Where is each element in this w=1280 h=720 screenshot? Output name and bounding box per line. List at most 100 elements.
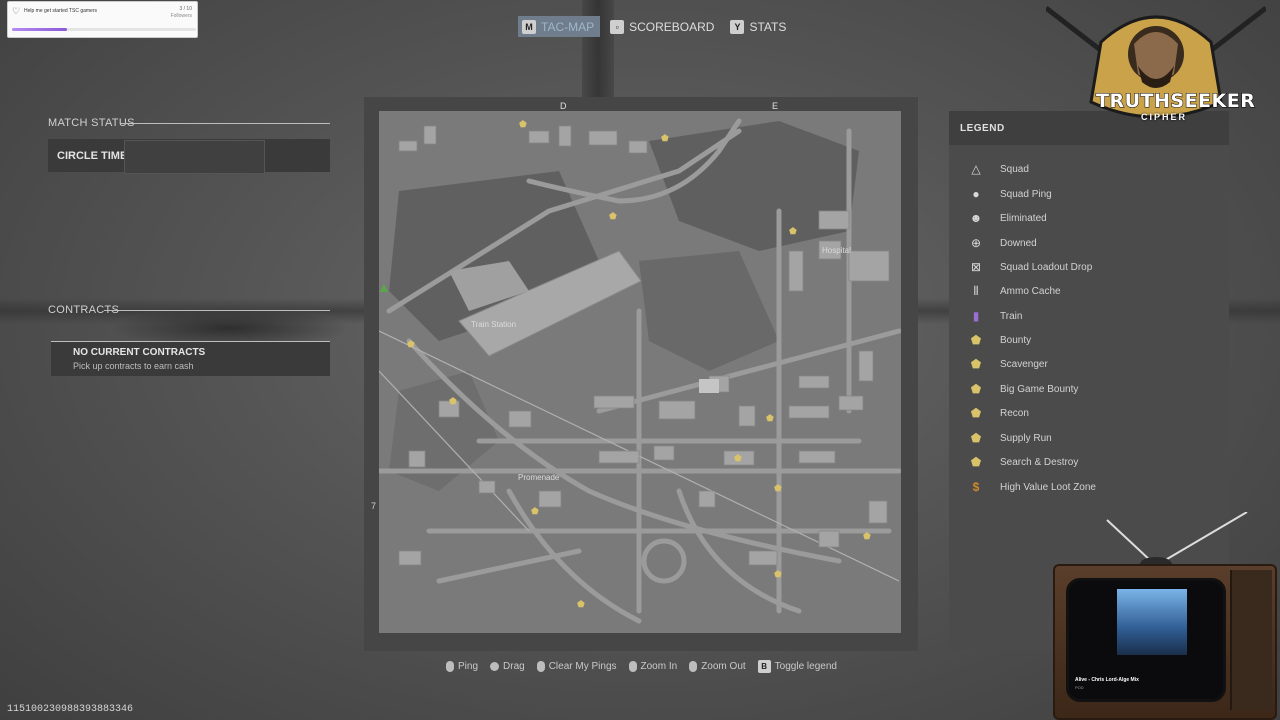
legend-title: LEGEND <box>960 123 1005 134</box>
map-grid-7: 7 <box>371 501 377 511</box>
circle-timer-value-box <box>124 140 265 174</box>
tv-control-panel <box>1230 570 1272 710</box>
control-label: Drag <box>503 661 525 672</box>
legend-item-eliminated: ☻ Eliminated <box>969 210 1047 226</box>
truthseeker-logo: TRUTHSEEKER CIPHER <box>1044 2 1268 136</box>
contracts-panel: NO CURRENT CONTRACTS Pick up contracts t… <box>51 341 330 376</box>
follower-count: 3 / 10 <box>179 6 192 12</box>
now-playing-song: Alive - Chris Lord-Alge Mix <box>1075 677 1139 683</box>
promenade-label: Promenade <box>518 473 560 482</box>
control-label: Ping <box>458 661 479 672</box>
zoom-in-trigger-icon <box>628 661 637 672</box>
compass-e: E <box>772 101 779 111</box>
follower-progress-track <box>12 28 196 31</box>
view-button-icon: ▫ <box>610 19 625 34</box>
legend-label: Downed <box>1000 237 1037 249</box>
legend-item-search-destroy: ⬟ Search & Destroy <box>969 454 1079 470</box>
legend-label: Scavenger <box>1000 358 1048 370</box>
contract-marker-icon[interactable]: ⬟ <box>449 396 457 407</box>
legend-label: Search & Destroy <box>1000 456 1079 468</box>
logo-subtitle: CIPHER <box>1141 112 1188 122</box>
y-key-icon: Y <box>730 19 745 34</box>
compass-d: D <box>560 101 567 111</box>
contract-marker-icon[interactable]: ⬟ <box>519 119 527 130</box>
top-tabs: M TAC-MAP ▫ SCOREBOARD Y STATS <box>518 16 792 37</box>
tac-map-frame: D E 7 Train Station Hospital Promenade ▲… <box>364 97 918 651</box>
contract-marker-icon[interactable]: ⬟ <box>577 599 585 610</box>
legend-item-recon: ⬟ Recon <box>969 405 1029 421</box>
tv-antenna-icon <box>1106 512 1248 571</box>
follower-goal-text: Help me get started TSC gamers <box>24 8 97 14</box>
bounty-icon: ⬟ <box>970 333 982 347</box>
player-id-string: 115100230988393883346 <box>7 704 134 715</box>
contract-marker-icon[interactable]: ⬟ <box>766 413 774 424</box>
legend-label: Squad Ping <box>1000 188 1052 200</box>
legend-item-squad: △ Squad <box>969 161 1029 177</box>
legend-item-train: ▮ Train <box>969 308 1023 324</box>
legend-item-squad-ping: ● Squad Ping <box>969 186 1052 202</box>
legend-label: Ammo Cache <box>1000 285 1061 297</box>
tab-label: TAC-MAP <box>541 19 595 34</box>
tab-stats[interactable]: Y STATS <box>726 16 792 37</box>
match-status-divider <box>120 123 330 124</box>
now-playing-artist: POD <box>1075 685 1084 690</box>
legend-item-squad-loadout-drop: ⊠ Squad Loadout Drop <box>969 259 1092 275</box>
contract-marker-icon[interactable]: ⬟ <box>789 226 797 237</box>
tv-screen: Alive - Chris Lord-Alge Mix POD <box>1066 578 1226 702</box>
contract-marker-icon[interactable]: ⬟ <box>407 339 415 350</box>
legend-label: Eliminated <box>1000 212 1047 224</box>
tab-scoreboard[interactable]: ▫ SCOREBOARD <box>606 16 720 37</box>
legend-label: Train <box>1000 310 1023 322</box>
legend-item-big-game-bounty: ⬟ Big Game Bounty <box>969 381 1079 397</box>
control-clear-pings[interactable]: Clear My Pings <box>536 660 617 673</box>
control-toggle-legend[interactable]: B Toggle legend <box>757 660 837 673</box>
circle-timer-panel: CIRCLE TIMER <box>48 139 330 174</box>
tab-tac-map[interactable]: M TAC-MAP <box>518 16 601 37</box>
legend-label: Recon <box>1000 407 1029 419</box>
follower-label: Followers <box>170 13 192 19</box>
map-terrain <box>379 111 901 633</box>
legend-item-high-value-loot-zone: $ High Value Loot Zone <box>969 479 1096 495</box>
downed-icon: ⊕ <box>970 236 982 250</box>
squad-marker-icon[interactable]: ▲ <box>379 279 391 295</box>
logo-title: TRUTHSEEKER <box>1095 90 1256 113</box>
control-label: Zoom In <box>640 661 678 672</box>
contract-marker-icon[interactable]: ⬟ <box>774 483 782 494</box>
train-station-label: Train Station <box>471 320 517 329</box>
contracts-divider <box>104 310 330 311</box>
control-zoom-out[interactable]: Zoom Out <box>689 660 746 673</box>
legend-item-downed: ⊕ Downed <box>969 235 1037 251</box>
heart-icon: ♡ <box>12 6 21 16</box>
legend-label: High Value Loot Zone <box>1000 481 1096 493</box>
tac-map[interactable]: Train Station Hospital Promenade ▲ ⬟ ⬟ ⬟… <box>379 111 901 633</box>
hospital-label: Hospital <box>822 246 851 255</box>
tab-label: STATS <box>749 19 787 34</box>
contract-marker-icon[interactable]: ⬟ <box>734 453 742 464</box>
squad-icon: △ <box>971 162 981 176</box>
ammo-cache-icon: ⦀ <box>973 283 979 298</box>
now-playing-tv: Alive - Chris Lord-Alge Mix POD <box>1052 512 1280 720</box>
legend-item-ammo-cache: ⦀ Ammo Cache <box>969 283 1061 299</box>
control-zoom-in[interactable]: Zoom In <box>628 660 678 673</box>
supply-run-icon: ⬟ <box>970 431 982 445</box>
control-label: Clear My Pings <box>548 661 617 672</box>
control-label: Toggle legend <box>774 661 837 672</box>
high-value-loot-zone-icon: $ <box>972 480 980 494</box>
legend-label: Bounty <box>1000 334 1032 346</box>
contract-marker-icon[interactable]: ⬟ <box>609 211 617 222</box>
map-controls-bar: Ping Drag Clear My Pings Zoom In Zoom Ou… <box>446 660 837 673</box>
contract-marker-icon[interactable]: ⬟ <box>774 569 782 580</box>
contract-marker-icon[interactable]: ⬟ <box>531 506 539 517</box>
control-drag[interactable]: Drag <box>490 660 525 673</box>
contract-marker-icon[interactable]: ⬟ <box>661 133 669 144</box>
legend-label: Squad <box>1000 163 1029 175</box>
big-game-bounty-icon: ⬟ <box>970 382 982 396</box>
contract-marker-icon[interactable]: ⬟ <box>863 531 871 542</box>
scavenger-icon: ⬟ <box>970 357 982 371</box>
legend-item-scavenger: ⬟ Scavenger <box>969 356 1048 372</box>
control-ping[interactable]: Ping <box>446 660 478 673</box>
legend-label: Supply Run <box>1000 432 1052 444</box>
eliminated-icon: ☻ <box>969 211 983 225</box>
search-destroy-icon: ⬟ <box>970 455 982 469</box>
no-contracts-subtitle: Pick up contracts to earn cash <box>73 361 194 371</box>
